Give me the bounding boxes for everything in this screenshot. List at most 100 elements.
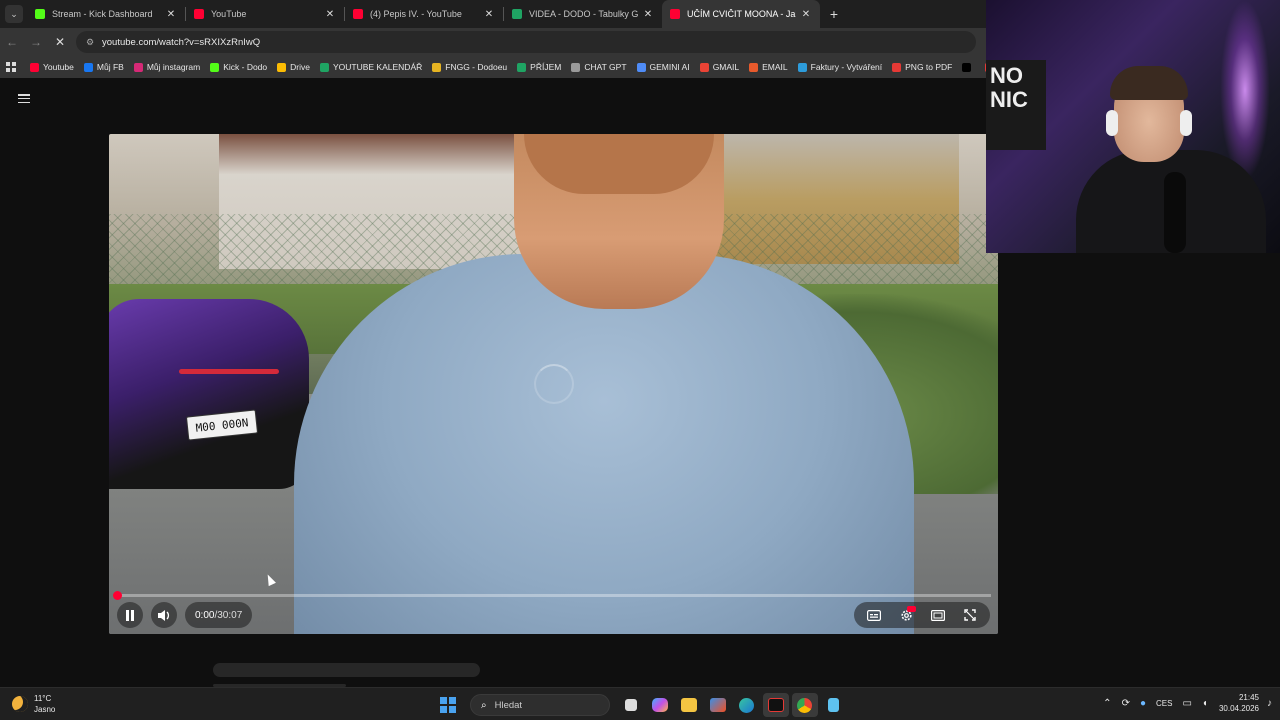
microphone-icon — [1164, 172, 1186, 253]
bookmark-item[interactable]: PNG to PDF — [892, 62, 952, 72]
notification-bell-icon[interactable]: ♪ — [1267, 698, 1272, 709]
bookmark-favicon-icon — [210, 62, 220, 72]
address-bar[interactable]: ⚙ youtube.com/watch?v=sRXIXzRnIwQ — [76, 31, 976, 53]
sync-icon[interactable]: ⟳ — [1122, 698, 1130, 709]
player-right-controls — [854, 602, 990, 628]
bookmark-item[interactable]: Kick - Dodo — [210, 62, 267, 72]
network-icon[interactable]: ▭ — [1182, 698, 1191, 709]
close-tab-icon[interactable]: ✕ — [483, 9, 495, 20]
headphones-left-icon — [1106, 110, 1118, 136]
duration: 30:07 — [217, 609, 243, 621]
bookmark-item[interactable]: FNGG - Dodoeu — [432, 62, 507, 72]
bookmark-favicon-icon — [797, 62, 807, 72]
site-info-icon[interactable]: ⚙ — [84, 36, 96, 48]
close-tab-icon[interactable]: ✕ — [642, 9, 654, 20]
close-tab-icon[interactable]: ✕ — [324, 9, 336, 20]
bookmark-item[interactable]: GEMINI AI — [636, 62, 690, 72]
arrow-right-icon: → — [30, 35, 42, 49]
bookmark-item[interactable]: Faktury - Vytváření — [797, 62, 883, 72]
language-indicator[interactable]: CES — [1156, 699, 1172, 708]
bookmark-list: Youtube Můj FB Můj instagram Kick - Dodo Dri… — [30, 62, 1013, 72]
subtitles-button[interactable] — [858, 602, 890, 628]
tab-list: Stream - Kick Dashboard ✕ YouTube ✕ (4) Pepi… — [27, 0, 820, 28]
copilot-icon — [651, 698, 668, 712]
browser-tab[interactable]: VIDEA - DODO - Tabulky Googl ✕ — [504, 0, 662, 28]
theater-mode-button[interactable] — [922, 602, 954, 628]
notepad-button[interactable] — [821, 693, 847, 717]
webcam-poster: NO NIC — [986, 60, 1046, 150]
bookmark-label: CHAT GPT — [584, 62, 627, 72]
edge-button[interactable] — [734, 693, 760, 717]
bookmark-item[interactable]: Můj instagram — [133, 62, 200, 72]
copilot-button[interactable] — [647, 693, 673, 717]
browser-tab[interactable]: YouTube ✕ — [186, 0, 344, 28]
bookmark-item[interactable]: YOUTUBE KALENDÁŘ — [319, 62, 422, 72]
video-frame-person — [294, 254, 914, 634]
terminal-button[interactable] — [762, 693, 789, 717]
browser-tab[interactable]: Stream - Kick Dashboard ✕ — [27, 0, 185, 28]
search-icon: ⌕ — [481, 699, 487, 711]
clock[interactable]: 21:45 30.04.2026 — [1219, 692, 1259, 714]
bookmark-item[interactable]: GMAIL — [699, 62, 739, 72]
webcam-streamer-hair — [1110, 66, 1188, 100]
tab-title: YouTube — [211, 9, 247, 19]
bookmark-item[interactable]: CHAT GPT — [571, 62, 627, 72]
close-tab-icon[interactable]: ✕ — [800, 9, 812, 20]
weather-widget[interactable]: 11°C Jasno — [12, 693, 55, 715]
tab-favicon-icon — [512, 9, 522, 19]
bookmark-label: Faktury - Vytváření — [810, 62, 883, 72]
fullscreen-button[interactable] — [954, 602, 986, 628]
edge-icon — [739, 697, 754, 713]
taskbar-search[interactable]: ⌕ Hledat — [470, 694, 610, 716]
bookmark-item[interactable]: Můj FB — [83, 62, 124, 72]
apps-grid-icon[interactable] — [6, 62, 16, 72]
bookmark-item[interactable]: Drive — [277, 62, 310, 72]
loading-spinner-icon — [534, 364, 574, 404]
webcam-overlay: NO NIC — [986, 0, 1280, 253]
start-button[interactable] — [440, 697, 456, 713]
close-tab-icon[interactable]: ✕ — [165, 9, 177, 20]
stop-loading-button[interactable]: ✕ — [48, 35, 72, 49]
scrubber-handle[interactable] — [113, 591, 122, 600]
video-player[interactable]: M00 000N 0:00 / 30:07 — [109, 134, 998, 634]
chevron-up-icon[interactable]: ⌃ — [1103, 698, 1111, 709]
tab-favicon-icon — [670, 9, 680, 19]
settings-button[interactable] — [890, 602, 922, 628]
mute-button[interactable] — [151, 602, 177, 628]
file-explorer-button[interactable] — [676, 693, 702, 717]
webcam-light-strip — [1220, 0, 1270, 180]
bookmark-item[interactable] — [962, 62, 975, 72]
new-tab-button[interactable]: + — [824, 6, 844, 22]
chrome-button[interactable] — [791, 693, 818, 717]
browser-tab[interactable]: UČÍM CVIČIT MOONA - Jakou r ✕ — [662, 0, 820, 28]
speaker-icon[interactable]: ◖ — [1202, 698, 1208, 709]
pause-button[interactable] — [117, 602, 143, 628]
bookmark-favicon-icon — [749, 62, 759, 72]
tab-title: (4) Pepis IV. - YouTube — [370, 9, 462, 19]
video-frame-car — [109, 299, 309, 489]
bookmark-favicon-icon — [319, 62, 329, 72]
bookmark-item[interactable]: PŘÍJEM — [517, 62, 561, 72]
tab-favicon-icon — [194, 9, 204, 19]
microphone-tray-icon[interactable]: ● — [1140, 698, 1146, 709]
url-text: youtube.com/watch?v=sRXIXzRnIwQ — [102, 36, 261, 48]
tab-search-button[interactable]: ⌄ — [5, 5, 23, 23]
bookmark-label: FNGG - Dodoeu — [445, 62, 508, 72]
store-icon — [709, 698, 726, 712]
store-button[interactable] — [705, 693, 731, 717]
screen: ⌄ Stream - Kick Dashboard ✕ YouTube ✕ (4) Pe… — [0, 0, 1280, 720]
forward-button[interactable]: → — [24, 35, 48, 49]
browser-tab[interactable]: (4) Pepis IV. - YouTube ✕ — [345, 0, 503, 28]
tab-title: UČÍM CVIČIT MOONA - Jakou r — [687, 9, 796, 19]
bookmark-item[interactable]: EMAIL — [749, 62, 788, 72]
bookmark-label: EMAIL — [762, 62, 788, 72]
bookmark-label: PNG to PDF — [905, 62, 953, 72]
bookmark-favicon-icon — [83, 62, 93, 72]
progress-bar[interactable] — [116, 594, 991, 597]
back-button[interactable]: ← — [0, 35, 24, 49]
bookmark-item[interactable]: Youtube — [30, 62, 74, 72]
bookmark-favicon-icon — [517, 62, 527, 72]
menu-icon[interactable] — [18, 94, 30, 103]
task-view-button[interactable] — [618, 693, 644, 717]
tab-favicon-icon — [353, 9, 363, 19]
